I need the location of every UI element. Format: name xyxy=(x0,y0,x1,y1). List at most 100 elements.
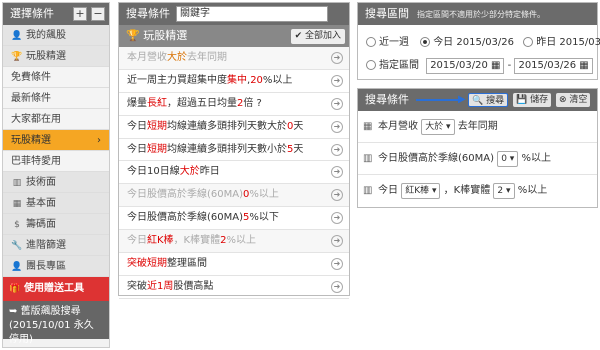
arrow-right-icon[interactable]: ➜ xyxy=(331,280,343,293)
arrow-right-icon[interactable]: ➜ xyxy=(331,235,343,248)
row-text: 爆量 xyxy=(127,97,147,109)
arrow-right-icon[interactable]: ➜ xyxy=(331,52,343,64)
old-search-note: (2015/10/01 永久停用) xyxy=(9,320,94,345)
option-yesterday-label: 昨日 xyxy=(536,37,557,48)
remove-button[interactable]: − xyxy=(91,7,105,21)
sidebar-item-chips[interactable]: $ 籌碼面 xyxy=(3,214,109,235)
sidebar-item-label: 玩股精選 xyxy=(11,135,51,146)
back-arrow-icon: ➥ xyxy=(9,306,18,317)
condition-text: 今日股價高於季線(60MA) xyxy=(378,153,494,164)
radio-today[interactable] xyxy=(420,37,431,47)
sidebar-item-label: 我的飆股 xyxy=(26,30,66,41)
sidebar-item-leader[interactable]: 👤 團長專區 xyxy=(3,256,109,277)
add-all-button[interactable]: ✔ 全部加入 xyxy=(290,29,345,44)
save-label: 儲存 xyxy=(530,95,549,105)
clear-button[interactable]: ⊗ 清空 xyxy=(556,93,591,107)
to-date: 2015/03/26 xyxy=(518,60,577,71)
sidebar-item-popular[interactable]: 大家都在用 xyxy=(3,109,109,130)
arrow-right-icon[interactable]: ➜ xyxy=(331,189,343,202)
trophy-icon: 🏆 xyxy=(126,29,140,42)
sidebar-item-my-stocks[interactable]: 👤 我的飆股 xyxy=(3,25,109,46)
option-today-label: 今日 xyxy=(433,37,454,48)
sidebar-item-label: 團長專區 xyxy=(26,261,66,272)
condition-select[interactable]: 0 ▾ xyxy=(497,151,519,167)
row-text: 天 xyxy=(293,143,304,155)
condition-select[interactable]: 紅K棒 ▾ xyxy=(401,183,441,199)
condition-select[interactable]: 大於 ▾ xyxy=(421,119,455,135)
row-text: 今日股價高於季線(60MA) xyxy=(127,212,243,224)
sidebar-item-advanced[interactable]: 🔧 進階篩選 xyxy=(3,235,109,256)
list-item[interactable]: 爆量長紅，超過五日均量2倍 ? ➜ xyxy=(119,93,349,116)
condition-text: 今日 xyxy=(378,185,398,196)
row-highlight: 短期 xyxy=(147,120,167,132)
arrow-right-icon[interactable]: ➜ xyxy=(331,258,343,271)
sidebar-item-fundamental[interactable]: ▦ 基本面 xyxy=(3,193,109,214)
featured-conditions-panel: 搜尋條件 關鍵字 🏆 玩股精選 ✔ 全部加入 本月營收大於去年同期 ➜ 近一周主力… xyxy=(118,2,350,299)
row-text: %以上 xyxy=(249,189,279,201)
sidebar-item-label: 巴菲特愛用 xyxy=(11,156,61,167)
close-icon: ⊗ xyxy=(559,95,567,105)
list-item[interactable]: 今日短期均線連續多頭排列天數小於5天 ➜ xyxy=(119,139,349,162)
to-date-input[interactable]: 2015/03/26 ▦ xyxy=(514,58,593,74)
list-item[interactable]: 今日股價高於季線(60MA)5%以下 ➜ xyxy=(119,207,349,231)
arrow-right-icon[interactable]: ➜ xyxy=(331,97,343,110)
arrow-right-icon[interactable]: ➜ xyxy=(331,166,343,179)
row-text: 今日 xyxy=(127,143,147,155)
sidebar-item-featured[interactable]: 🏆 玩股精選 xyxy=(3,46,109,67)
from-date-input[interactable]: 2015/03/20 ▦ xyxy=(426,58,505,74)
sidebar-item-label: 大家都在用 xyxy=(11,114,61,125)
list-item[interactable]: 突破近1周股價高點 ➜ xyxy=(119,276,349,299)
today-date: 2015/03/26 xyxy=(456,37,515,48)
range-separator: - xyxy=(507,60,512,71)
sidebar-item-latest[interactable]: 最新條件 xyxy=(3,88,109,109)
arrow-right-icon[interactable]: ➜ xyxy=(331,74,343,87)
sidebar-title: 選擇條件 xyxy=(10,7,54,20)
save-icon: 💾 xyxy=(516,95,528,105)
range-header: 搜尋區間 指定區間不適用於少部分特定條件。 xyxy=(358,3,597,25)
wrench-icon: 🔧 xyxy=(11,241,23,251)
search-button[interactable]: 🔍 搜尋 xyxy=(468,93,509,107)
row-text: 今日10日線 xyxy=(127,166,180,178)
list-item[interactable]: 近一周主力買超集中度集中,20%以上 ➜ xyxy=(119,70,349,93)
add-all-label: 全部加入 xyxy=(304,31,341,41)
sidebar-item-label: 免費條件 xyxy=(11,72,51,83)
trophy-icon: 🏆 xyxy=(11,52,23,62)
save-button[interactable]: 💾 儲存 xyxy=(513,93,552,107)
arrow-head-icon: ▶ xyxy=(458,94,466,105)
arrow-right-icon[interactable]: ➜ xyxy=(331,143,343,156)
condition-text: 去年同期 xyxy=(457,121,498,132)
old-search-button[interactable]: ➥ 舊版飆股搜尋 (2015/10/01 永久停用) xyxy=(3,301,109,345)
list-item[interactable]: 本月營收大於去年同期 ➜ xyxy=(119,47,349,70)
add-button[interactable]: + xyxy=(73,7,87,21)
option-week[interactable]: 近一週 xyxy=(366,37,409,48)
option-today[interactable]: 今日 2015/03/26 xyxy=(420,37,514,48)
keyword-input[interactable]: 關鍵字 xyxy=(176,6,328,22)
row-text: %以上 xyxy=(226,235,257,247)
search-icon: 🔍 xyxy=(472,96,484,106)
user-icon: 👤 xyxy=(11,262,23,272)
row-highlight: 近1周 xyxy=(147,280,174,292)
list-item[interactable]: 今日10日線大於昨日 ➜ xyxy=(119,161,349,185)
list-item[interactable]: 今日紅K棒，K棒實體2%以上 ➜ xyxy=(119,230,349,254)
arrow-right-icon[interactable]: ➜ xyxy=(331,120,343,133)
radio-custom[interactable] xyxy=(366,60,376,70)
condition-select[interactable]: 2 ▾ xyxy=(493,183,515,199)
arrow-right-icon[interactable]: ➜ xyxy=(331,212,343,225)
radio-week[interactable] xyxy=(366,37,376,47)
row-text: 倍 ? xyxy=(243,97,262,109)
search-range-panel: 搜尋區間 指定區間不適用於少部分特定條件。 近一週 今日 2015/03/26 昨… xyxy=(357,2,600,80)
option-yesterday[interactable]: 昨日 2015/03/25 xyxy=(523,37,600,48)
condition-row: ▦ 本月營收 大於 ▾ 去年同期 xyxy=(358,111,597,143)
list-item[interactable]: 突破短期整理區間 ➜ xyxy=(119,253,349,276)
radio-yesterday[interactable] xyxy=(523,37,534,47)
sidebar-item-featured-active[interactable]: 玩股精選 › xyxy=(3,130,109,151)
yesterday-date: 2015/03/25 xyxy=(559,37,600,48)
sidebar-item-buffett[interactable]: 巴菲特愛用 xyxy=(3,151,109,172)
featured-subheader: 🏆 玩股精選 ✔ 全部加入 xyxy=(119,25,349,47)
list-item[interactable]: 今日股價高於季線(60MA)0%以上 ➜ xyxy=(119,184,349,208)
sidebar-item-technical[interactable]: ▥ 技術面 xyxy=(3,172,109,193)
sidebar-item-free[interactable]: 免費條件 xyxy=(3,67,109,88)
list-item[interactable]: 今日短期均線連續多頭排列天數大於0天 ➜ xyxy=(119,116,349,139)
sidebar-item-label: 進階篩選 xyxy=(26,240,66,251)
gift-tool-button[interactable]: 🎁 使用贈送工具 xyxy=(3,277,109,301)
